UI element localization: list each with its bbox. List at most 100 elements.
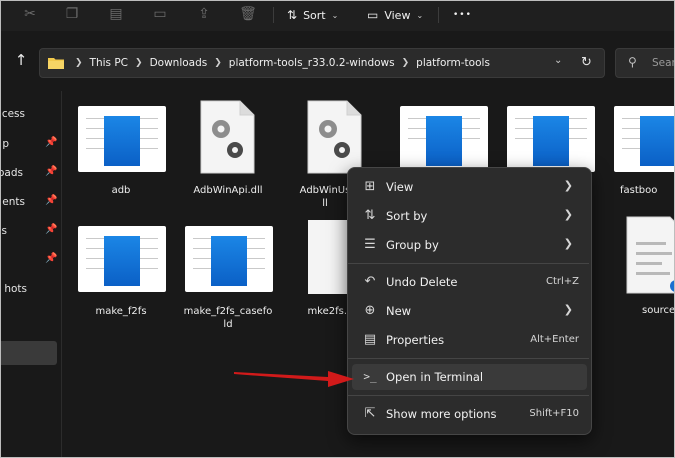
sidebar-item-desktop[interactable]: p 📌 [1, 135, 61, 155]
exe-icon [507, 106, 595, 172]
search-icon: ⚲ [628, 55, 637, 69]
sidebar-item-pictures[interactable]: s 📌 [1, 222, 61, 242]
toolbar-divider [438, 7, 439, 23]
context-menu: ⊞ View ❯ ⇅ Sort by ❯ ☰ Group by ❯ ↶ Undo… [347, 167, 592, 435]
breadcrumb-chevron-icon: ❯ [401, 58, 410, 68]
file-name: make_f2fs [95, 306, 147, 317]
sort-icon: ⇅ [364, 208, 376, 223]
chevron-down-icon: ⌄ [331, 10, 339, 20]
breadcrumb-platform-tools-release[interactable]: platform-tools_r33.0.2-windows [229, 57, 395, 69]
exe-icon [78, 226, 166, 292]
breadcrumb-downloads[interactable]: Downloads [150, 57, 208, 69]
sort-label: Sort [303, 8, 326, 22]
menu-item-label: Properties [386, 333, 445, 347]
file-name: make_f2fs_casefo ld [183, 306, 273, 330]
sidebar-item-label: s [1, 225, 7, 237]
dll-gear-icon [307, 100, 362, 174]
view-button[interactable]: ▭ View ⌄ [367, 5, 423, 25]
menu-separator [348, 358, 589, 359]
share-icon: ⇱ [364, 406, 376, 421]
sidebar-item-label: p [2, 138, 9, 150]
paste-icon[interactable]: ▤ [107, 5, 125, 23]
menu-item-new[interactable]: ⊕ New ❯ [352, 298, 587, 324]
menu-item-label: Undo Delete [386, 275, 458, 289]
copy-icon[interactable]: ❐ [63, 5, 81, 23]
sidebar-item-downloads[interactable]: oads 📌 [1, 164, 61, 184]
view-label: View [384, 8, 411, 22]
navigation-pane: cess p 📌 oads 📌 ents 📌 s 📌 📌 hots [1, 91, 62, 457]
menu-separator [348, 263, 589, 264]
breadcrumb-this-pc[interactable]: This PC [90, 57, 128, 69]
menu-item-label: Sort by [386, 209, 428, 223]
pin-icon: 📌 [45, 224, 58, 235]
pin-icon: 📌 [45, 137, 58, 148]
search-box[interactable]: ⚲ Sear [615, 48, 675, 78]
breadcrumb: ❯ This PC ❯ Downloads ❯ platform-tools_r… [68, 49, 490, 77]
file-name: adb [111, 185, 131, 196]
menu-item-shortcut: Shift+F10 [529, 408, 579, 419]
chevron-right-icon: ❯ [563, 208, 573, 221]
sidebar-item-pinned[interactable]: 📌 [1, 251, 61, 271]
file-explorer-window: ✂ ❐ ▤ ▭ ⇪ 🗑 ⇅ Sort ⌄ ▭ View ⌄ ••• ↑ ❯ Th… [0, 0, 675, 458]
exe-icon [78, 106, 166, 172]
chevron-right-icon: ❯ [563, 303, 573, 316]
undo-icon: ↶ [364, 274, 376, 289]
menu-item-view[interactable]: ⊞ View ❯ [352, 174, 587, 200]
command-bar: ✂ ❐ ▤ ▭ ⇪ 🗑 ⇅ Sort ⌄ ▭ View ⌄ ••• [1, 1, 674, 31]
menu-item-sort-by[interactable]: ⇅ Sort by ❯ [352, 203, 587, 229]
cut-icon[interactable]: ✂ [21, 5, 39, 23]
sort-button[interactable]: ⇅ Sort ⌄ [287, 5, 338, 25]
menu-item-show-more-options[interactable]: ⇱ Show more options Shift+F10 [352, 401, 587, 427]
share-icon[interactable]: ⇪ [195, 5, 213, 23]
pin-icon: 📌 [45, 195, 58, 206]
menu-item-label: Group by [386, 238, 439, 252]
up-arrow-icon[interactable]: ↑ [13, 52, 29, 68]
file-name: AdbWinUs ll [299, 185, 351, 209]
sidebar-item-quick-access[interactable]: cess [1, 105, 61, 125]
exe-icon [185, 226, 273, 292]
address-row: ↑ ❯ This PC ❯ Downloads ❯ platform-tools… [1, 43, 674, 81]
menu-item-label: New [386, 304, 412, 318]
sidebar-item-label: hots [4, 283, 27, 295]
toolbar-divider [273, 7, 274, 23]
more-options-button[interactable]: ••• [453, 5, 472, 25]
menu-item-shortcut: Alt+Enter [530, 334, 579, 345]
pin-icon: 📌 [45, 166, 58, 177]
exe-icon [400, 106, 488, 172]
breadcrumb-chevron-icon: ❯ [135, 58, 143, 68]
rename-icon[interactable]: ▭ [151, 5, 169, 23]
more-options-label: ••• [453, 10, 472, 20]
menu-item-properties[interactable]: ▤ Properties Alt+Enter [352, 327, 587, 353]
menu-item-open-in-terminal[interactable]: >_ Open in Terminal [352, 364, 587, 390]
annotation-arrow-icon [234, 371, 354, 387]
sidebar-item-label: oads [0, 167, 23, 179]
dll-gear-icon [200, 100, 255, 174]
menu-item-label: Open in Terminal [386, 370, 484, 384]
address-bar[interactable]: ❯ This PC ❯ Downloads ❯ platform-tools_r… [39, 48, 605, 78]
address-history-chevron-icon[interactable]: ⌄ [554, 55, 562, 66]
view-icon: ▭ [367, 8, 379, 22]
delete-icon[interactable]: 🗑 [239, 5, 257, 23]
pin-icon: 📌 [45, 253, 58, 264]
grid-icon: ⊞ [364, 179, 376, 194]
blank-page-icon [308, 220, 348, 294]
refresh-icon[interactable]: ↻ [581, 55, 592, 70]
breadcrumb-platform-tools[interactable]: platform-tools [416, 57, 490, 69]
chevron-right-icon: ❯ [563, 179, 573, 192]
file-name: AdbWinApi.dll [193, 185, 263, 196]
menu-item-group-by[interactable]: ☰ Group by ❯ [352, 232, 587, 258]
file-name: fastboo [620, 185, 658, 196]
file-name: source [642, 305, 675, 316]
sidebar-selected-item[interactable] [1, 341, 57, 365]
menu-item-undo-delete[interactable]: ↶ Undo Delete Ctrl+Z [352, 269, 587, 295]
menu-item-label: Show more options [386, 407, 497, 421]
properties-icon: ▤ [363, 332, 377, 347]
sidebar-item-documents[interactable]: ents 📌 [1, 193, 61, 213]
text-doc-icon [626, 216, 674, 294]
sidebar-item-label: cess [1, 108, 25, 120]
terminal-icon: >_ [363, 370, 377, 383]
search-placeholder: Sear [652, 57, 675, 69]
sidebar-item-label: ents [2, 196, 25, 208]
breadcrumb-chevron-icon: ❯ [75, 58, 83, 68]
sidebar-item-screenshots[interactable]: hots [1, 280, 61, 300]
